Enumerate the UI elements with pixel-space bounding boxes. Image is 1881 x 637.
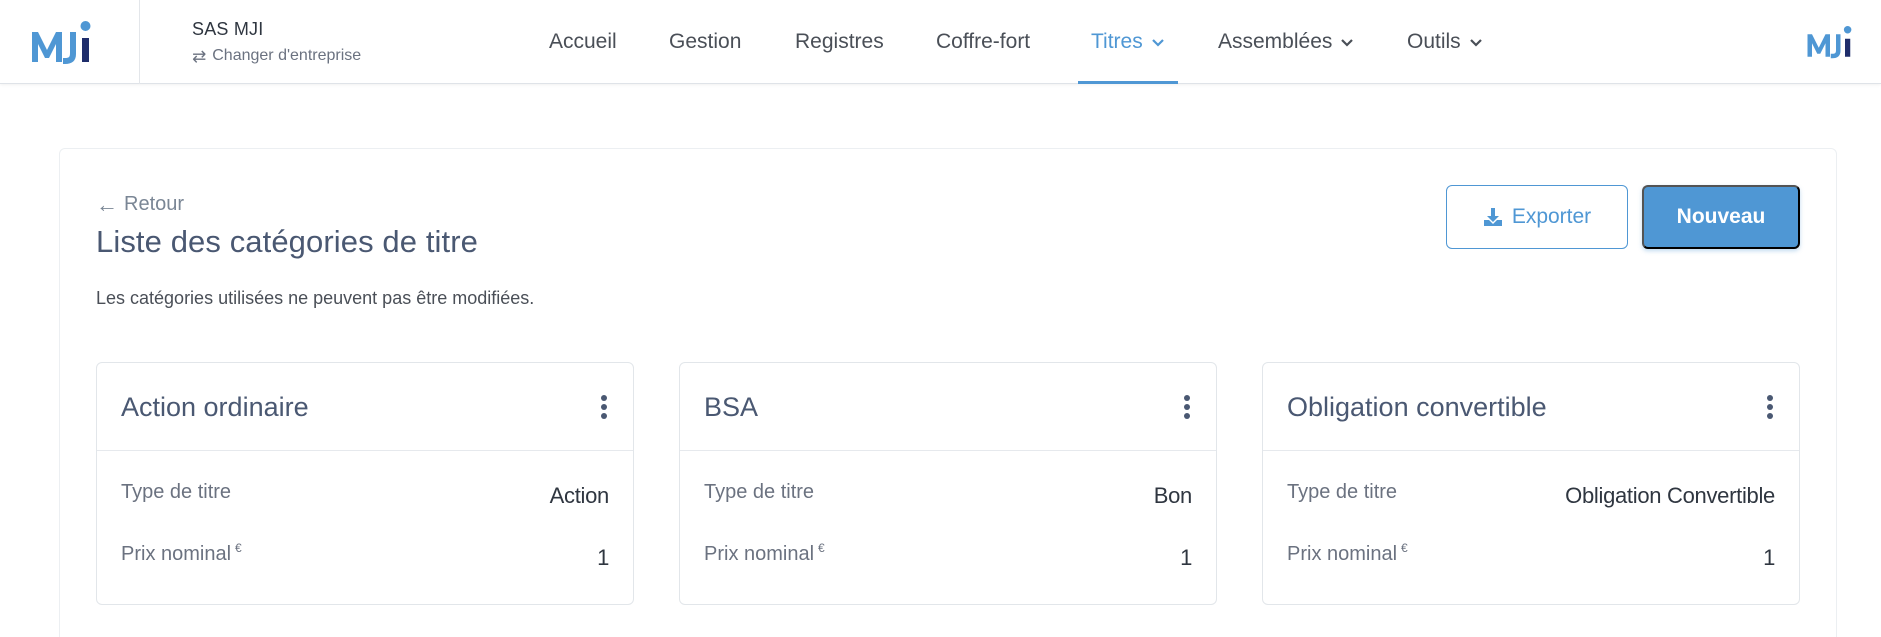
category-card: Action ordinaire Type de titre Action Pr… [96, 362, 634, 605]
type-row: Type de titre Obligation Convertible [1287, 481, 1775, 513]
type-label: Type de titre [1287, 481, 1398, 503]
category-card: BSA Type de titre Bon Prix nominal € 1 [679, 362, 1217, 605]
nav-label: Coffre-fort [936, 30, 1031, 53]
card-header: BSA [680, 363, 1216, 451]
company-selector[interactable]: SAS MJI ⇄ Changer d'entreprise [192, 19, 361, 65]
more-options-icon[interactable] [599, 395, 609, 421]
more-options-icon[interactable] [1182, 395, 1192, 421]
page-subtitle: Les catégories utilisées ne peuvent pas … [96, 288, 535, 308]
nav-label: Outils [1407, 30, 1461, 53]
price-unit: € [1401, 541, 1408, 555]
price-label: Prix nominal € [1287, 541, 1408, 566]
chevron-down-icon [1469, 39, 1482, 47]
type-value: Bon [1153, 483, 1193, 508]
change-company-link[interactable]: ⇄ Changer d'entreprise [192, 47, 361, 65]
nav-item-registres[interactable]: Registres [795, 0, 884, 84]
price-value: 1 [1763, 545, 1775, 570]
nav-item-assemblees[interactable]: Assemblées [1218, 0, 1354, 84]
arrow-left-icon: ← [96, 191, 118, 217]
chevron-down-icon [1341, 39, 1354, 47]
card-header: Action ordinaire [97, 363, 633, 451]
back-link[interactable]: ← Retour [96, 193, 184, 216]
back-label: Retour [124, 193, 185, 215]
price-label: Prix nominal € [704, 541, 825, 566]
price-unit: € [818, 541, 825, 555]
nav-label: Assemblées [1218, 30, 1333, 53]
nav-label: Titres [1091, 30, 1143, 53]
nav-item-accueil[interactable]: Accueil [549, 0, 617, 84]
type-value: Action [549, 483, 610, 508]
type-label: Type de titre [704, 481, 815, 503]
price-value: 1 [597, 545, 609, 570]
change-company-label: Changer d'entreprise [212, 47, 362, 64]
new-label: Nouveau [1676, 205, 1766, 228]
chevron-down-icon [1151, 39, 1164, 47]
nav-item-titres[interactable]: Titres [1078, 0, 1178, 84]
card-title: Obligation convertible [1287, 392, 1547, 422]
more-options-icon[interactable] [1765, 395, 1775, 421]
swap-arrows-icon: ⇄ [192, 46, 207, 66]
nav-label: Registres [795, 30, 884, 53]
nav-item-outils[interactable]: Outils [1407, 0, 1483, 84]
price-label: Prix nominal € [121, 541, 242, 566]
nav-label: Gestion [669, 30, 742, 53]
type-row: Type de titre Action [121, 481, 609, 513]
type-value: Obligation Convertible [1565, 483, 1775, 508]
price-unit: € [235, 541, 242, 555]
company-name: SAS MJI [192, 19, 264, 39]
export-label: Exporter [1511, 205, 1592, 228]
card-title: Action ordinaire [121, 392, 309, 422]
header-divider [139, 0, 140, 84]
nav-label: Accueil [549, 30, 617, 53]
price-label-text: Prix nominal [704, 543, 815, 565]
price-row: Prix nominal € 1 [1287, 541, 1775, 575]
category-card: Obligation convertible Type de titre Obl… [1262, 362, 1800, 605]
price-label-text: Prix nominal [121, 543, 232, 565]
price-value: 1 [1180, 545, 1192, 570]
page-title: Liste des catégories de titre [96, 224, 478, 259]
card-title: BSA [704, 392, 759, 422]
type-label: Type de titre [121, 481, 232, 503]
price-row: Prix nominal € 1 [121, 541, 609, 575]
card-header: Obligation convertible [1263, 363, 1799, 451]
nav-item-gestion[interactable]: Gestion [669, 0, 741, 84]
price-label-text: Prix nominal [1287, 543, 1398, 565]
download-icon [1483, 208, 1502, 226]
export-button[interactable]: Exporter [1446, 185, 1628, 249]
price-row: Prix nominal € 1 [704, 541, 1192, 575]
nav-item-coffre-fort[interactable]: Coffre-fort [936, 0, 1030, 84]
new-button[interactable]: Nouveau [1642, 185, 1800, 249]
type-row: Type de titre Bon [704, 481, 1192, 513]
top-navigation-bar: SAS MJI ⇄ Changer d'entreprise Accueil G… [0, 0, 1881, 84]
mji-logo-small[interactable] [1806, 22, 1866, 60]
mji-logo[interactable] [30, 16, 110, 66]
